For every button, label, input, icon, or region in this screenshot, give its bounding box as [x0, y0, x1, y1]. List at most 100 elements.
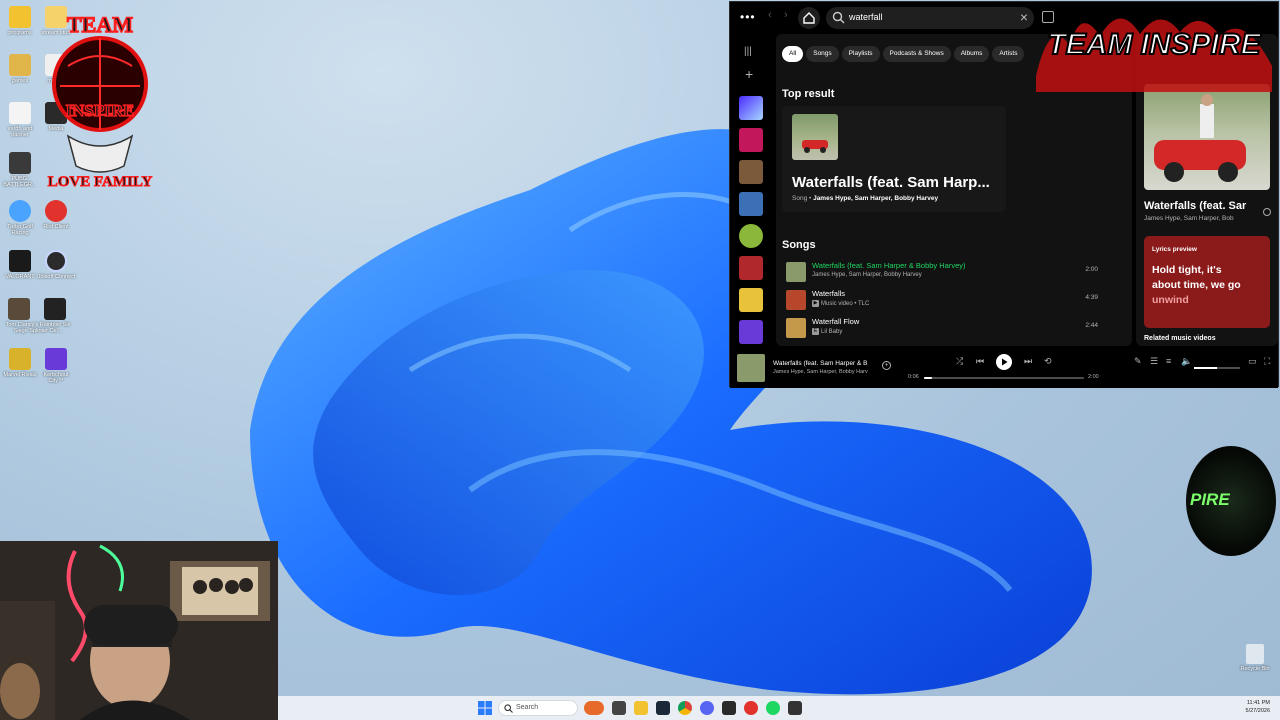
previous-icon[interactable]: ⏮	[976, 356, 984, 367]
desktop-icon-rainbow-six[interactable]: Tom Clancy's Rainbow Six Siege Splinter …	[0, 298, 76, 334]
clear-search-icon[interactable]: ×	[1020, 9, 1028, 25]
volume-icon[interactable]: 🔈	[1181, 356, 1192, 367]
steam-icon[interactable]	[656, 701, 670, 715]
desktop-icon-ubisoft[interactable]: Ubisoft Connect	[36, 250, 76, 280]
library-icon[interactable]: |||	[744, 46, 752, 57]
desktop-icon-label: Ubisoft Connect	[36, 274, 76, 280]
home-icon	[803, 12, 815, 24]
miniplayer-icon[interactable]: ▭	[1248, 356, 1257, 367]
filter-chip-artists[interactable]: Artists	[992, 46, 1025, 62]
desktop-icon-riot-client[interactable]: Riot Client	[36, 200, 76, 230]
windows-start-icon[interactable]	[478, 701, 492, 715]
add-to-library-icon[interactable]	[1263, 208, 1271, 216]
spotify-icon[interactable]	[766, 701, 780, 715]
desktop-icon-turbo-golf[interactable]: Turbo Golf Racing	[0, 200, 40, 236]
volume-slider[interactable]	[1194, 367, 1240, 369]
filter-chip-albums[interactable]: Albums	[953, 46, 990, 62]
player-artists[interactable]: James Hype, Sam Harper, Bobby Harv	[773, 369, 875, 375]
progress-fill	[924, 377, 932, 379]
menu-dots-icon[interactable]: •••	[740, 10, 756, 24]
desktop-icon-marvel-rivals[interactable]: Marvel Rivals	[0, 348, 40, 378]
play-button[interactable]	[996, 354, 1012, 370]
banner-text: TEAM INSPIRE	[1047, 28, 1261, 61]
lyrics-icon[interactable]: ☰	[1150, 356, 1158, 367]
search-icon	[504, 704, 513, 713]
song-thumbnail	[786, 318, 806, 338]
now-playing-title[interactable]: Waterfalls (feat. Sar	[1144, 200, 1246, 212]
now-playing-artists[interactable]: James Hype, Sam Harper, Bob	[1144, 215, 1234, 222]
game-icon	[8, 298, 30, 320]
logo-text-bottom: LOVE FAMILY	[48, 174, 153, 190]
player-title[interactable]: Waterfalls (feat. Sam Harper & B	[773, 360, 875, 367]
desktop-icon-label: Turbo Golf Racing	[7, 224, 33, 236]
webcam-feed	[0, 541, 278, 720]
app-icon[interactable]	[788, 701, 802, 715]
song-duration: 4:39	[1085, 294, 1098, 301]
elapsed-time: 0:06	[908, 374, 919, 380]
progress-bar[interactable]	[924, 377, 1084, 379]
forward-arrow-icon[interactable]: ›	[784, 9, 788, 21]
task-view-icon[interactable]	[612, 701, 626, 715]
search-icon	[832, 11, 845, 24]
song-row[interactable]: Waterfall Flow E Lil Baby 2:44	[782, 315, 1112, 341]
home-button[interactable]	[798, 7, 820, 29]
shuffle-icon[interactable]: ⤮	[956, 356, 963, 367]
desktop-icon-kerbchout[interactable]: Kerbchout City™	[36, 348, 76, 384]
desktop-icon-valorant[interactable]: VALORANT	[0, 250, 40, 280]
queue-icon[interactable]: ≡	[1166, 356, 1171, 366]
next-icon[interactable]: ⏭	[1024, 356, 1032, 367]
app-icon[interactable]	[722, 701, 736, 715]
valorant-icon	[9, 250, 31, 272]
playlist-thumbnail[interactable]	[739, 288, 763, 312]
song-title: Waterfalls (feat. Sam Harper & Bobby Har…	[812, 261, 966, 270]
team-inspire-logo: TEAM INSPIRE LOVE FAMILY	[47, 11, 153, 190]
ubisoft-swirl-icon	[45, 250, 67, 272]
lyrics-heading: Lyrics preview	[1152, 246, 1197, 253]
liked-songs-icon[interactable]	[739, 96, 763, 120]
top-result-artists[interactable]: James Hype, Sam Harper, Bobby Harvey	[813, 195, 938, 202]
game-icon	[44, 298, 66, 320]
filter-chip-all[interactable]: All	[782, 46, 804, 62]
top-result-card[interactable]: Waterfalls (feat. Sam Harp... Song • Jam…	[782, 106, 1006, 212]
search-input[interactable]: waterfall	[849, 12, 883, 22]
system-clock[interactable]: 11:41 PM 5/27/2026	[1246, 699, 1270, 715]
song-subtitle: ▶ Music video • TLC	[812, 300, 870, 308]
song-row[interactable]: Waterfalls (feat. Sam Harper & Bobby Har…	[782, 259, 1112, 285]
now-playing-view-icon[interactable]: ✎	[1134, 356, 1142, 367]
filter-chip-playlists[interactable]: Playlists	[841, 46, 880, 62]
artist-thumbnail[interactable]	[739, 224, 763, 248]
search-field[interactable]: waterfall ×	[826, 7, 1034, 29]
repeat-icon[interactable]: ⟲	[1044, 356, 1052, 367]
playlist-thumbnail[interactable]	[739, 160, 763, 184]
back-arrow-icon[interactable]: ‹	[768, 9, 772, 21]
riot-fist-icon[interactable]	[744, 701, 758, 715]
song-row[interactable]: Waterfalls ▶ Music video • TLC 4:39	[782, 287, 1112, 313]
top-result-type: Song	[792, 195, 808, 202]
playlist-thumbnail[interactable]	[739, 192, 763, 216]
songs-heading: Songs	[782, 239, 816, 251]
song-subtitle: E Lil Baby	[812, 328, 843, 336]
widget-icon[interactable]	[584, 701, 604, 715]
playlist-thumbnail[interactable]	[739, 320, 763, 344]
kerbchout-icon	[45, 348, 67, 370]
filter-chip-songs[interactable]: Songs	[806, 46, 839, 62]
recycle-bin[interactable]: Recycle Bin	[1240, 644, 1270, 672]
marvel-rivals-icon	[9, 348, 31, 370]
add-to-library-icon[interactable]: +	[882, 361, 891, 370]
file-explorer-icon[interactable]	[634, 701, 648, 715]
chrome-icon[interactable]	[678, 701, 692, 715]
related-videos-heading: Related music videos	[1144, 335, 1216, 342]
lyrics-preview-card[interactable]: Lyrics preview Hold tight, it's about ti…	[1144, 236, 1270, 328]
fullscreen-icon[interactable]: ⛶	[1264, 356, 1270, 367]
taskbar-search[interactable]: Search	[498, 700, 578, 716]
song-thumbnail	[786, 262, 806, 282]
explicit-icon: E	[812, 328, 819, 335]
top-result-title: Waterfalls (feat. Sam Harp...	[792, 174, 990, 191]
playlist-thumbnail[interactable]	[739, 256, 763, 280]
create-playlist-icon[interactable]: +	[745, 66, 753, 82]
playlist-thumbnail[interactable]	[739, 128, 763, 152]
volume-fill	[1194, 367, 1217, 369]
discord-icon[interactable]	[700, 701, 714, 715]
player-album-art[interactable]	[737, 354, 765, 382]
filter-chip-podcasts-shows[interactable]: Podcasts & Shows	[882, 46, 951, 62]
